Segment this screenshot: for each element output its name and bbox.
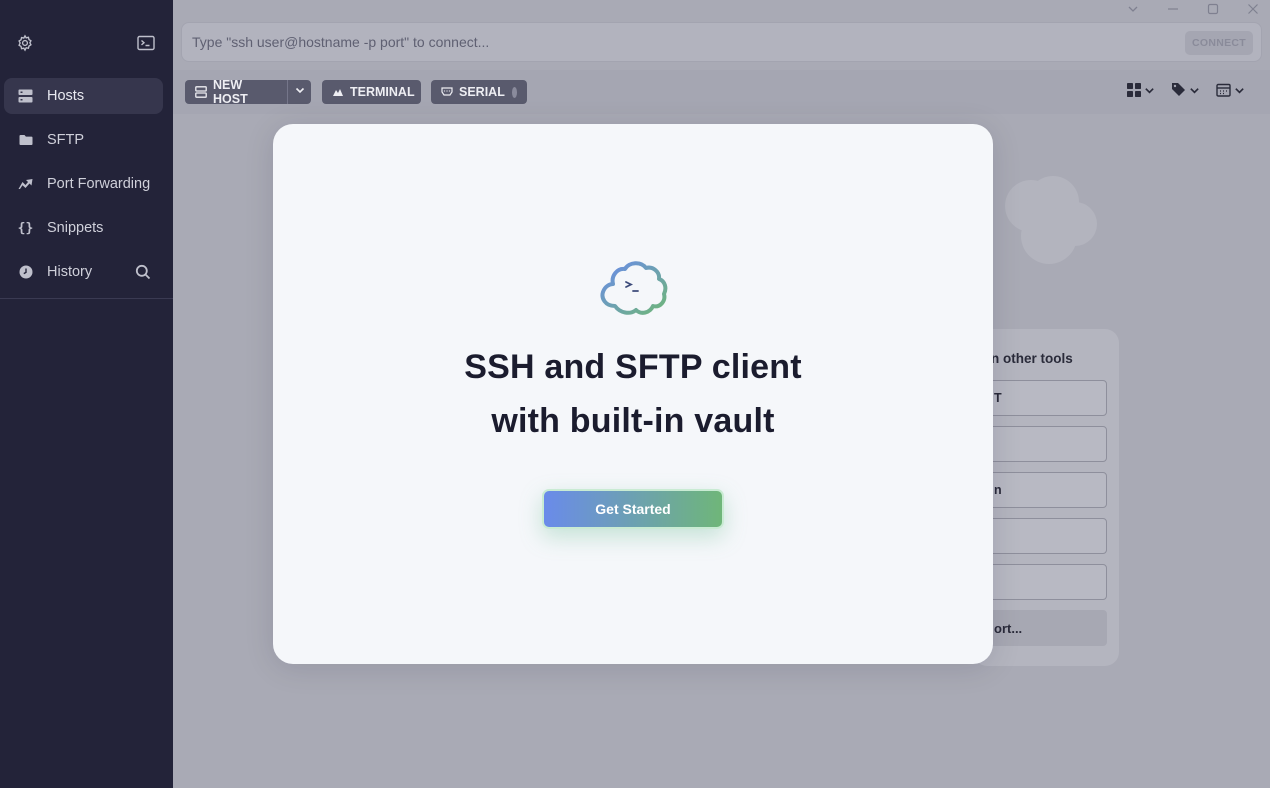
minimize-icon[interactable] [1166, 2, 1180, 16]
layout-toggle[interactable] [1127, 82, 1155, 102]
chevron-down-icon [1189, 83, 1200, 101]
new-host-button[interactable]: NEW HOST [185, 78, 287, 106]
import-option[interactable] [983, 518, 1107, 554]
connect-button[interactable]: CONNECT [1185, 31, 1253, 55]
import-option[interactable]: T [983, 380, 1107, 416]
sidebar-item-sftp[interactable]: SFTP [4, 122, 163, 158]
sidebar-item-hosts[interactable]: Hosts [4, 78, 163, 114]
new-host-dropdown[interactable] [287, 80, 311, 104]
tag-icon [1171, 82, 1186, 102]
sidebar: Hosts SFTP Port Forwarding {} Snippets H… [0, 0, 173, 788]
import-more-button[interactable]: ort... [983, 610, 1107, 646]
import-option[interactable] [983, 426, 1107, 462]
serial-port-icon [441, 86, 453, 98]
get-started-button[interactable]: Get Started [542, 489, 724, 529]
serial-button[interactable]: SERIAL [431, 80, 527, 104]
import-panel-title: n other tools [991, 351, 1073, 366]
import-option[interactable] [983, 564, 1107, 600]
app-logo-cloud-icon [597, 258, 669, 318]
braces-icon: {} [17, 220, 34, 236]
chevron-down-icon[interactable] [1126, 2, 1140, 16]
hosts-toolbar: NEW HOST TERMINAL SERIAL [173, 70, 1270, 114]
grid-view-icon [1127, 82, 1141, 102]
tag-filter[interactable] [1171, 82, 1200, 102]
sidebar-item-history[interactable]: History [4, 254, 163, 290]
sidebar-item-label: SFTP [47, 132, 85, 148]
modal-title-line: with built-in vault [491, 402, 775, 440]
sort-control[interactable] [1216, 83, 1245, 102]
maximize-icon[interactable] [1206, 2, 1220, 16]
quick-connect-bar: CONNECT [181, 22, 1262, 62]
sidebar-item-label: Hosts [47, 88, 85, 104]
import-panel: n other tools T n ort... [973, 329, 1119, 666]
sidebar-item-label: Snippets [47, 220, 104, 236]
sidebar-header [0, 0, 173, 86]
cloud-illustration-icon [983, 170, 1103, 270]
chevron-down-icon [1234, 83, 1245, 101]
clock-icon [18, 265, 33, 280]
sidebar-item-snippets[interactable]: {} Snippets [4, 210, 163, 246]
ssh-connect-input[interactable] [192, 31, 1092, 53]
port-forward-icon [18, 177, 33, 192]
sidebar-divider [0, 298, 173, 299]
sidebar-item-label: Port Forwarding [47, 176, 151, 192]
terminal-button[interactable]: TERMINAL [322, 80, 421, 104]
hosts-icon [18, 89, 33, 104]
modal-title: SSH and SFTP client with built-in vault [273, 340, 993, 448]
chevron-down-icon [294, 83, 306, 101]
sidebar-item-port-forwarding[interactable]: Port Forwarding [4, 166, 163, 202]
chevron-down-icon [1144, 83, 1155, 101]
new-host-label: NEW HOST [213, 78, 248, 106]
terminal-prompt-icon [332, 86, 344, 98]
terminal-icon[interactable] [137, 35, 155, 51]
welcome-modal: SSH and SFTP client with built-in vault … [273, 124, 993, 664]
search-icon[interactable] [135, 264, 151, 280]
folder-icon [18, 133, 33, 148]
server-icon [195, 86, 207, 98]
settings-gear-icon[interactable] [16, 34, 34, 52]
terminal-label: TERMINAL [350, 85, 415, 99]
info-badge-icon [511, 86, 517, 98]
close-icon[interactable] [1246, 2, 1260, 16]
calendar-icon [1216, 83, 1231, 102]
serial-label: SERIAL [459, 85, 505, 99]
import-option[interactable]: n [983, 472, 1107, 508]
modal-title-line: SSH and SFTP client [464, 348, 802, 386]
